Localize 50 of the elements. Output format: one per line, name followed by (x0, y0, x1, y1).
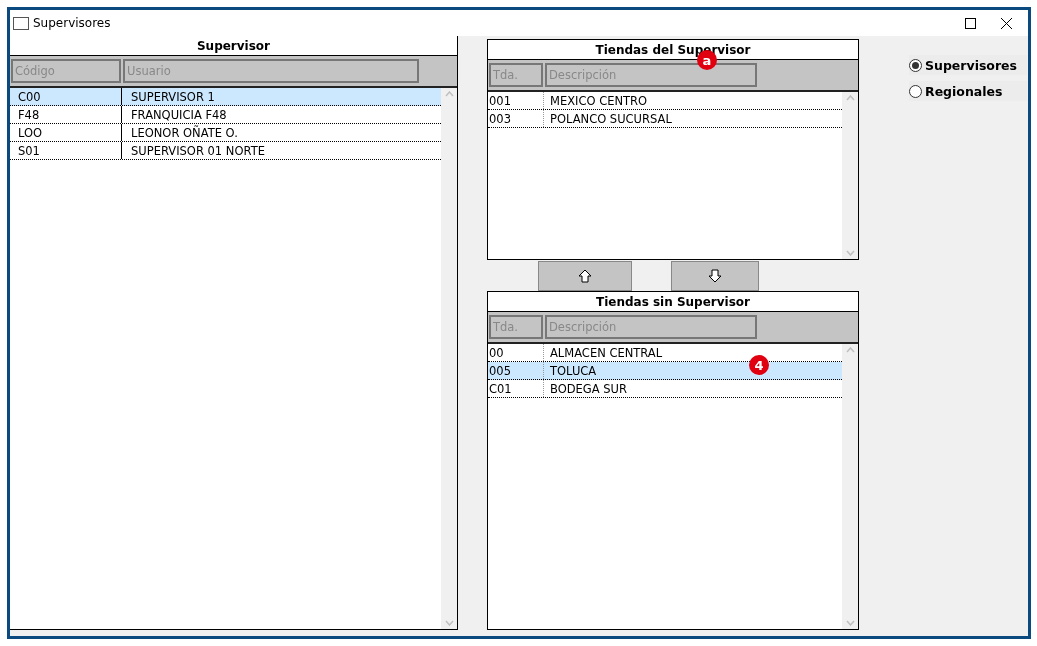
close-icon (1000, 17, 1012, 29)
scroll-up-icon[interactable] (845, 95, 855, 101)
table-cell-text: POLANCO SUCURSAL (549, 110, 673, 127)
table-row[interactable]: F48 FRANQUICIA F48 (10, 106, 441, 124)
scroll-down-icon[interactable] (845, 620, 855, 626)
down-arrow-icon (708, 269, 722, 283)
radio-circle[interactable] (909, 58, 922, 72)
maximize-icon (964, 17, 976, 29)
scrollbar[interactable] (441, 88, 457, 629)
scroll-down-icon[interactable] (845, 250, 855, 256)
table-cell: 00 (488, 344, 544, 361)
table-cell-text: MEXICO CENTRO (549, 92, 649, 109)
table-cell-text: ALMACEN CENTRAL (549, 344, 664, 361)
radio-circle[interactable] (909, 84, 922, 98)
table-cell: F48 (10, 106, 122, 123)
scroll-up-icon[interactable] (444, 91, 454, 97)
table-cell-text: SUPERVISOR 01 NORTE (130, 142, 266, 159)
table-row[interactable]: S01 SUPERVISOR 01 NORTE (10, 142, 441, 160)
panel-title: Tiendas del Supervisor (595, 42, 751, 57)
panel-title: Tiendas sin Supervisor (595, 294, 750, 309)
scroll-up-icon[interactable] (845, 347, 855, 353)
table-cell-text: BODEGA SUR (549, 380, 628, 397)
scrollbar[interactable] (842, 344, 858, 629)
table-cell-text: SUPERVISOR 1 (130, 88, 216, 105)
table-row[interactable]: 003 POLANCO SUCURSAL (488, 110, 842, 128)
table-cell: 005 (488, 362, 544, 379)
table-row[interactable]: 00 ALMACEN CENTRAL (488, 344, 842, 362)
radio-option[interactable]: Supervisores (909, 55, 1027, 75)
table-cell-text: TOLUCA (549, 362, 598, 379)
window-icon (13, 16, 29, 30)
scroll-down-icon[interactable] (444, 620, 454, 626)
table-cell: 001 (488, 92, 544, 109)
table-row[interactable]: 001 MEXICO CENTRO (488, 92, 842, 110)
radio-option[interactable]: Regionales (909, 81, 1027, 101)
table-row[interactable]: C00 SUPERVISOR 1 (10, 88, 441, 106)
table-cell: C01 (488, 380, 544, 397)
scrollbar[interactable] (842, 92, 858, 259)
table-cell-text: LEONOR OÑATE O. (130, 124, 239, 141)
window-title: Supervisores (33, 16, 112, 30)
move-up-button[interactable] (538, 261, 632, 291)
up-arrow-icon (578, 269, 592, 283)
panel-title: Supervisor (196, 38, 271, 53)
table-cell: C00 (10, 88, 122, 105)
table-cell: LOO (10, 124, 122, 141)
table-row[interactable]: C01 BODEGA SUR (488, 380, 842, 398)
table-cell: 003 (488, 110, 544, 127)
move-down-button[interactable] (671, 261, 759, 291)
table-cell: S01 (10, 142, 122, 159)
table-row[interactable]: LOO LEONOR OÑATE O. (10, 124, 441, 142)
table-cell-text: FRANQUICIA F48 (130, 106, 228, 123)
